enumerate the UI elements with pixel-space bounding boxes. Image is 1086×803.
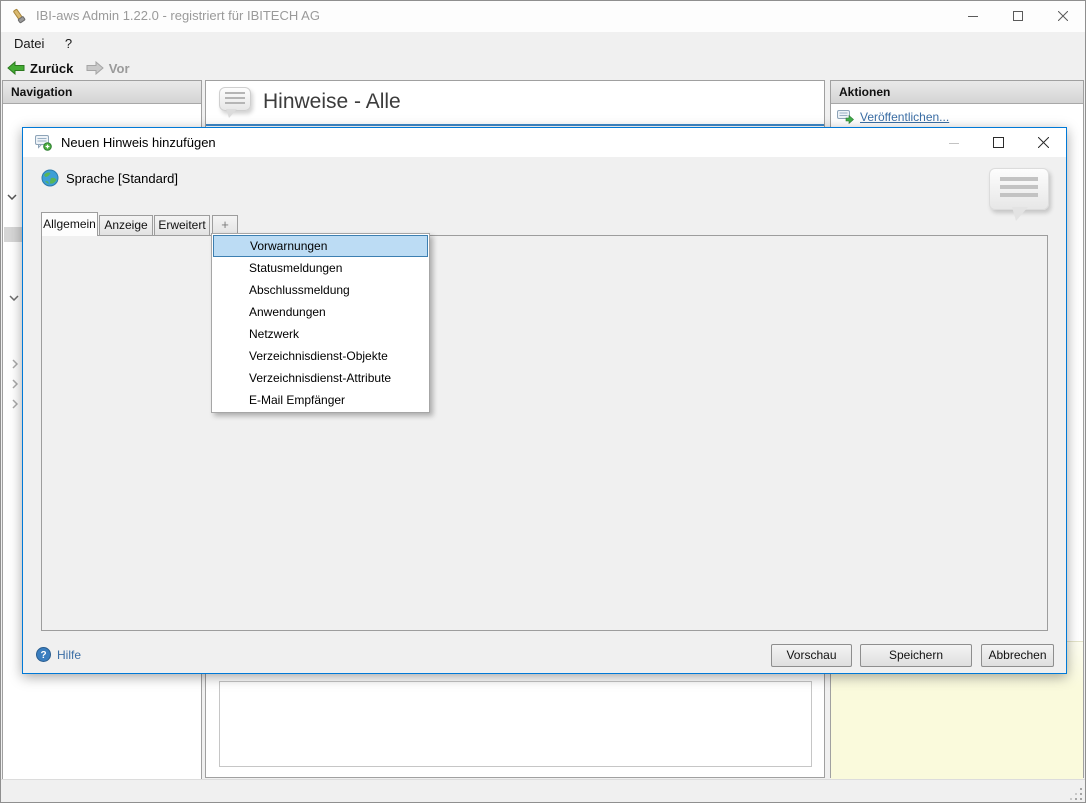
forward-button[interactable]: Vor — [82, 56, 134, 80]
menu-item-anwendungen[interactable]: Anwendungen — [212, 301, 429, 323]
svg-text:?: ? — [40, 650, 46, 661]
chevron-right-icon[interactable] — [12, 359, 18, 369]
header-underline — [206, 124, 824, 126]
tab-panel — [41, 235, 1048, 631]
menu-item-email-empfaenger[interactable]: E-Mail Empfänger — [212, 389, 429, 411]
publish-link[interactable]: Veröffentlichen... — [860, 110, 949, 124]
menu-item-statusmeldungen[interactable]: Statusmeldungen — [212, 257, 429, 279]
close-icon — [1057, 11, 1068, 21]
minimize-button[interactable] — [950, 0, 995, 32]
publish-icon — [837, 110, 854, 124]
window-title: IBI-aws Admin 1.22.0 - registriert für I… — [36, 8, 320, 23]
close-button[interactable] — [1040, 0, 1085, 32]
window-controls — [950, 0, 1085, 32]
dialog-maximize-button[interactable] — [976, 128, 1021, 157]
toolbar: Zurück Vor — [0, 56, 1086, 80]
hilfe-label: Hilfe — [57, 647, 82, 662]
chevron-right-icon[interactable] — [12, 379, 18, 389]
menu-item-help[interactable]: ? — [57, 32, 80, 56]
back-button[interactable]: Zurück — [3, 56, 77, 80]
dialog-title: Neuen Hinweis hinzufügen — [61, 135, 216, 150]
tab-anzeige[interactable]: Anzeige — [99, 215, 153, 236]
actions-header: Aktionen — [831, 81, 1083, 104]
help-icon: ? — [36, 647, 51, 662]
abbrechen-button[interactable]: Abbrechen — [981, 644, 1054, 667]
menu-item-verzeichnisdienst-attribute[interactable]: Verzeichnisdienst-Attribute — [212, 367, 429, 389]
title-bar: IBI-aws Admin 1.22.0 - registriert für I… — [0, 0, 1086, 32]
hilfe-link[interactable]: ? Hilfe — [36, 647, 81, 662]
back-label: Zurück — [30, 60, 74, 76]
menu-item-abschlussmeldung[interactable]: Abschlussmeldung — [212, 279, 429, 301]
chevron-down-icon[interactable] — [7, 194, 17, 200]
navigation-header: Navigation — [3, 81, 201, 104]
language-selector[interactable]: Sprache [Standard] — [41, 169, 178, 187]
minimize-icon — [967, 16, 978, 17]
forward-label: Vor — [108, 60, 130, 76]
back-arrow-icon — [7, 61, 25, 75]
content-header: Hinweise - Alle — [206, 81, 824, 124]
chevron-right-icon[interactable] — [12, 399, 18, 409]
add-note-icon — [35, 135, 52, 151]
app-icon — [13, 9, 26, 24]
add-hinweis-dialog: Neuen Hinweis hinzufügen Sprache [Standa… — [22, 127, 1067, 674]
menu-item-datei[interactable]: Datei — [6, 32, 52, 56]
publish-row: Veröffentlichen... — [837, 109, 949, 124]
resize-grip[interactable] — [1070, 787, 1083, 800]
minimize-icon — [948, 142, 959, 144]
dialog-minimize-button[interactable] — [931, 128, 976, 157]
maximize-icon — [993, 137, 1004, 148]
menu-item-verzeichnisdienst-objekte[interactable]: Verzeichnisdienst-Objekte — [212, 345, 429, 367]
dialog-close-button[interactable] — [1021, 128, 1066, 157]
tab-allgemein[interactable]: Allgemein — [41, 212, 98, 236]
maximize-button[interactable] — [995, 0, 1040, 32]
dialog-controls — [931, 128, 1066, 157]
tab-erweitert[interactable]: Erweitert — [154, 215, 210, 236]
chevron-down-icon[interactable] — [9, 295, 19, 301]
status-bar — [0, 779, 1086, 803]
menu-bar: Datei ? — [0, 32, 1086, 56]
speichern-button[interactable]: Speichern — [860, 644, 972, 667]
content-placeholder-box — [219, 681, 812, 767]
selected-row-fragment — [4, 227, 24, 242]
menu-item-vorwarnungen[interactable]: Vorwarnungen — [213, 235, 428, 257]
forward-arrow-icon — [86, 61, 104, 75]
language-label: Sprache [Standard] — [66, 170, 179, 186]
hinweis-type-menu: Vorwarnungen Statusmeldungen Abschlussme… — [211, 233, 430, 413]
vorschau-button[interactable]: Vorschau — [771, 644, 852, 667]
page-title: Hinweise - Alle — [263, 90, 401, 113]
speech-bubble-watermark-icon — [989, 168, 1049, 221]
speech-bubble-icon — [219, 87, 251, 118]
dialog-title-bar: Neuen Hinweis hinzufügen — [23, 128, 1066, 157]
menu-item-netzwerk[interactable]: Netzwerk — [212, 323, 429, 345]
globe-icon — [41, 169, 59, 187]
maximize-icon — [1012, 11, 1023, 21]
close-icon — [1038, 137, 1049, 148]
